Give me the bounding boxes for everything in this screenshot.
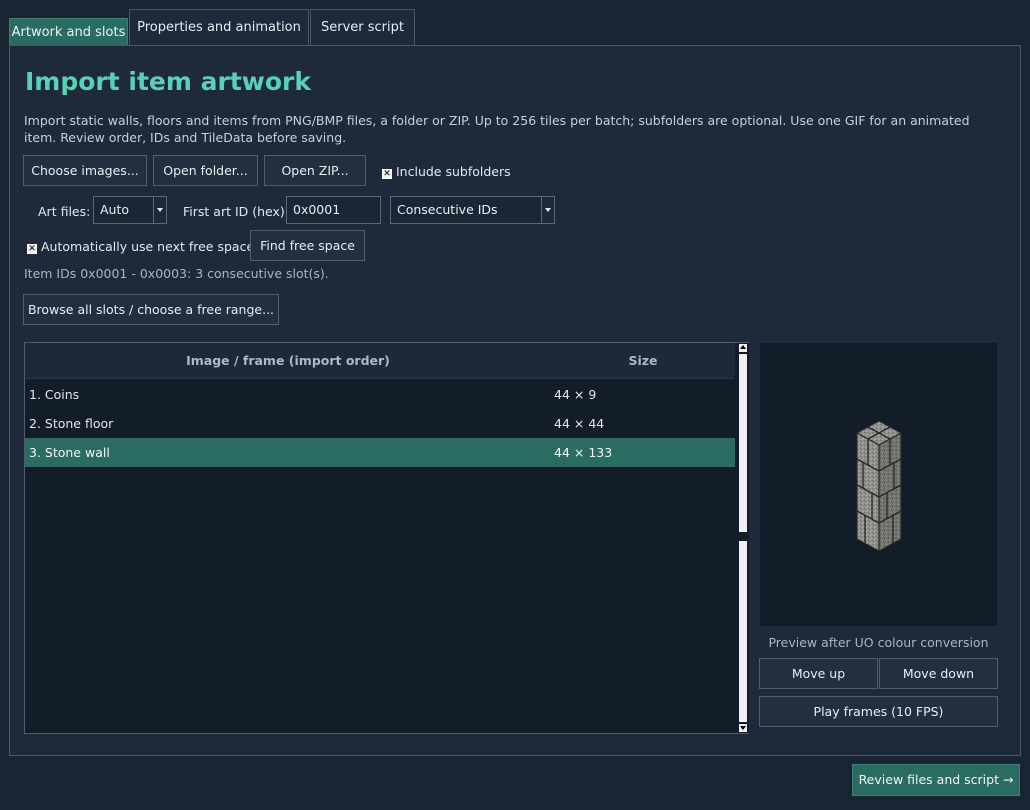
first-art-id-value: 0x0001	[293, 202, 341, 217]
scroll-down-arrow-icon[interactable]	[739, 724, 747, 732]
checkbox-checked-icon: ✕	[27, 244, 37, 254]
art-files-value: Auto	[100, 202, 130, 217]
chevron-down-icon[interactable]	[541, 197, 554, 223]
preview-caption: Preview after UO colour conversion	[768, 635, 989, 650]
chevron-down-icon[interactable]	[153, 197, 166, 223]
open-folder-button[interactable]: Open folder...	[153, 155, 258, 186]
row-name: 2. Stone floor	[29, 416, 114, 431]
tab-server-script[interactable]: Server script	[310, 9, 415, 46]
find-free-space-button[interactable]: Find free space	[250, 230, 365, 261]
scrollbar-track[interactable]	[739, 541, 747, 722]
play-frames-button[interactable]: Play frames (10 FPS)	[759, 696, 998, 727]
auto-free-space-label: Automatically use next free space	[41, 239, 255, 254]
include-subfolders-checkbox[interactable]: ✕ Include subfolders	[382, 164, 511, 179]
id-mode-value: Consecutive IDs	[397, 202, 498, 217]
first-art-id-label: First art ID (hex):	[183, 204, 289, 219]
include-subfolders-label: Include subfolders	[396, 164, 511, 179]
first-art-id-input[interactable]: 0x0001	[286, 196, 381, 224]
tab-properties-and-animation[interactable]: Properties and animation	[129, 9, 309, 46]
artwork-preview	[759, 342, 998, 627]
review-files-and-script-button[interactable]: Review files and script →	[852, 764, 1020, 796]
row-size: 44 × 44	[554, 416, 605, 431]
artwork-panel: Import item artwork Import static walls,…	[9, 45, 1021, 756]
checkbox-checked-icon: ✕	[382, 169, 392, 179]
row-size: 44 × 9	[554, 387, 597, 402]
art-files-label: Art files:	[38, 204, 91, 219]
import-order-table: Image / frame (import order) Size 1. Coi…	[24, 342, 749, 734]
table-body: 1. Coins 44 × 9 2. Stone floor 44 × 44 3…	[25, 380, 735, 467]
column-header-name[interactable]: Image / frame (import order)	[25, 343, 551, 379]
table-row[interactable]: 2. Stone floor 44 × 44	[25, 409, 735, 438]
table-row[interactable]: 1. Coins 44 × 9	[25, 380, 735, 409]
browse-slots-button[interactable]: Browse all slots / choose a free range..…	[23, 294, 279, 325]
id-range-status: Item IDs 0x0001 - 0x0003: 3 consecutive …	[24, 266, 329, 281]
page-title: Import item artwork	[25, 67, 312, 96]
choose-images-button[interactable]: Choose images...	[23, 155, 147, 186]
table-scrollbar[interactable]	[737, 343, 749, 733]
move-up-button[interactable]: Move up	[759, 658, 878, 689]
move-down-button[interactable]: Move down	[879, 658, 998, 689]
column-header-size[interactable]: Size	[551, 343, 735, 379]
id-mode-select[interactable]: Consecutive IDs	[390, 196, 555, 224]
table-row-selected[interactable]: 3. Stone wall 44 × 133	[25, 438, 735, 467]
table-header: Image / frame (import order) Size	[25, 343, 735, 379]
stone-wall-preview-image	[855, 420, 903, 553]
scrollbar-thumb[interactable]	[739, 354, 747, 532]
description-text: Import static walls, floors and items fr…	[24, 113, 970, 145]
art-files-select[interactable]: Auto	[93, 196, 167, 224]
scroll-up-arrow-icon[interactable]	[739, 344, 747, 352]
open-zip-button[interactable]: Open ZIP...	[264, 155, 366, 186]
auto-free-space-checkbox[interactable]: ✕ Automatically use next free space	[27, 239, 254, 254]
tab-artwork-and-slots[interactable]: Artwork and slots	[9, 18, 128, 46]
row-name: 3. Stone wall	[29, 445, 110, 460]
row-size: 44 × 133	[554, 445, 613, 460]
row-name: 1. Coins	[29, 387, 80, 402]
